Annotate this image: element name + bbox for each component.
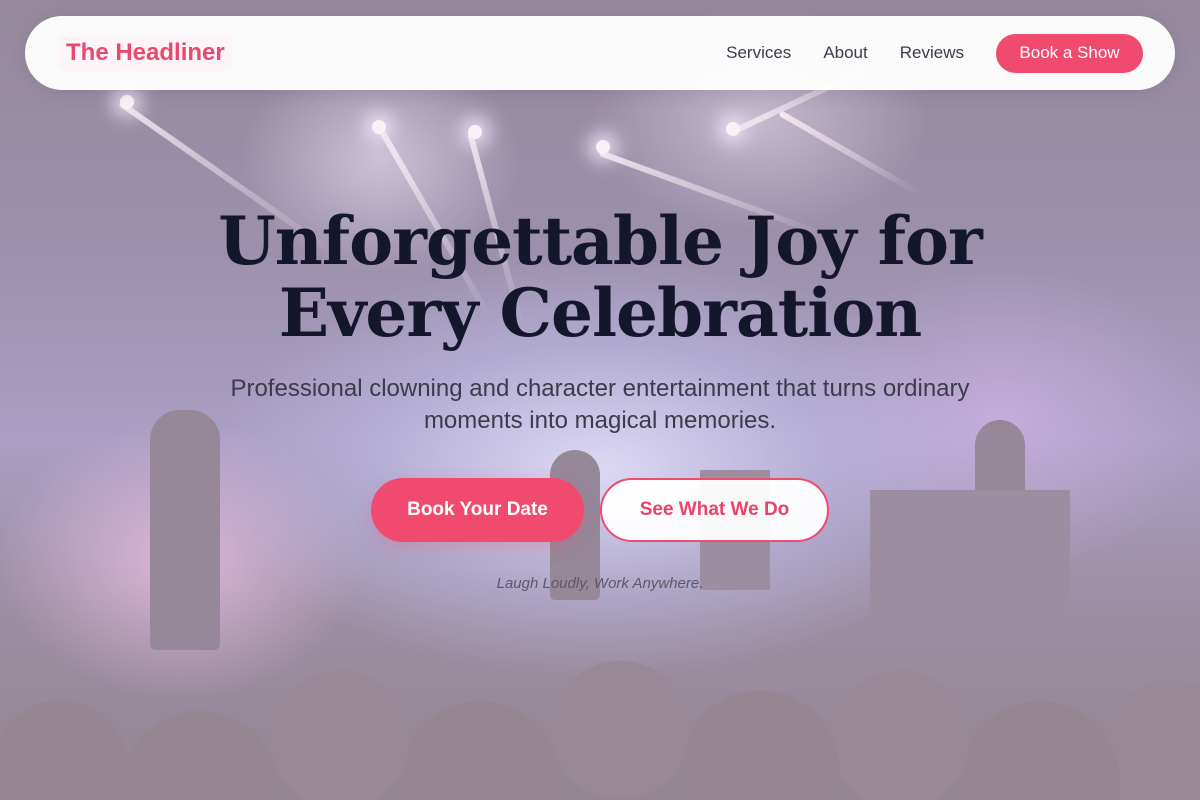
hero-headline-line1: Unforgettable Joy for xyxy=(218,202,983,280)
book-a-show-button[interactable]: Book a Show xyxy=(996,33,1143,73)
top-navbar: The Headliner Services About Reviews Boo… xyxy=(25,16,1175,90)
hero-tagline: Laugh Loudly, Work Anywhere. xyxy=(496,575,704,592)
brand-logo-text[interactable]: The Headliner xyxy=(59,35,232,71)
hero-headline: Unforgettable Joy for Every Celebration xyxy=(100,205,1100,349)
nav-link-reviews[interactable]: Reviews xyxy=(900,43,964,63)
nav-links: Services About Reviews Book a Show xyxy=(726,33,1143,73)
hero-subtitle: Professional clowning and character ente… xyxy=(230,375,970,434)
nav-link-services[interactable]: Services xyxy=(726,43,791,63)
nav-link-about[interactable]: About xyxy=(823,43,867,63)
book-your-date-button[interactable]: Book Your Date xyxy=(371,478,584,542)
see-what-we-do-button[interactable]: See What We Do xyxy=(600,478,829,542)
hero-headline-line2: Every Celebration xyxy=(278,274,923,352)
hero-section: The Headliner Services About Reviews Boo… xyxy=(0,0,1200,800)
